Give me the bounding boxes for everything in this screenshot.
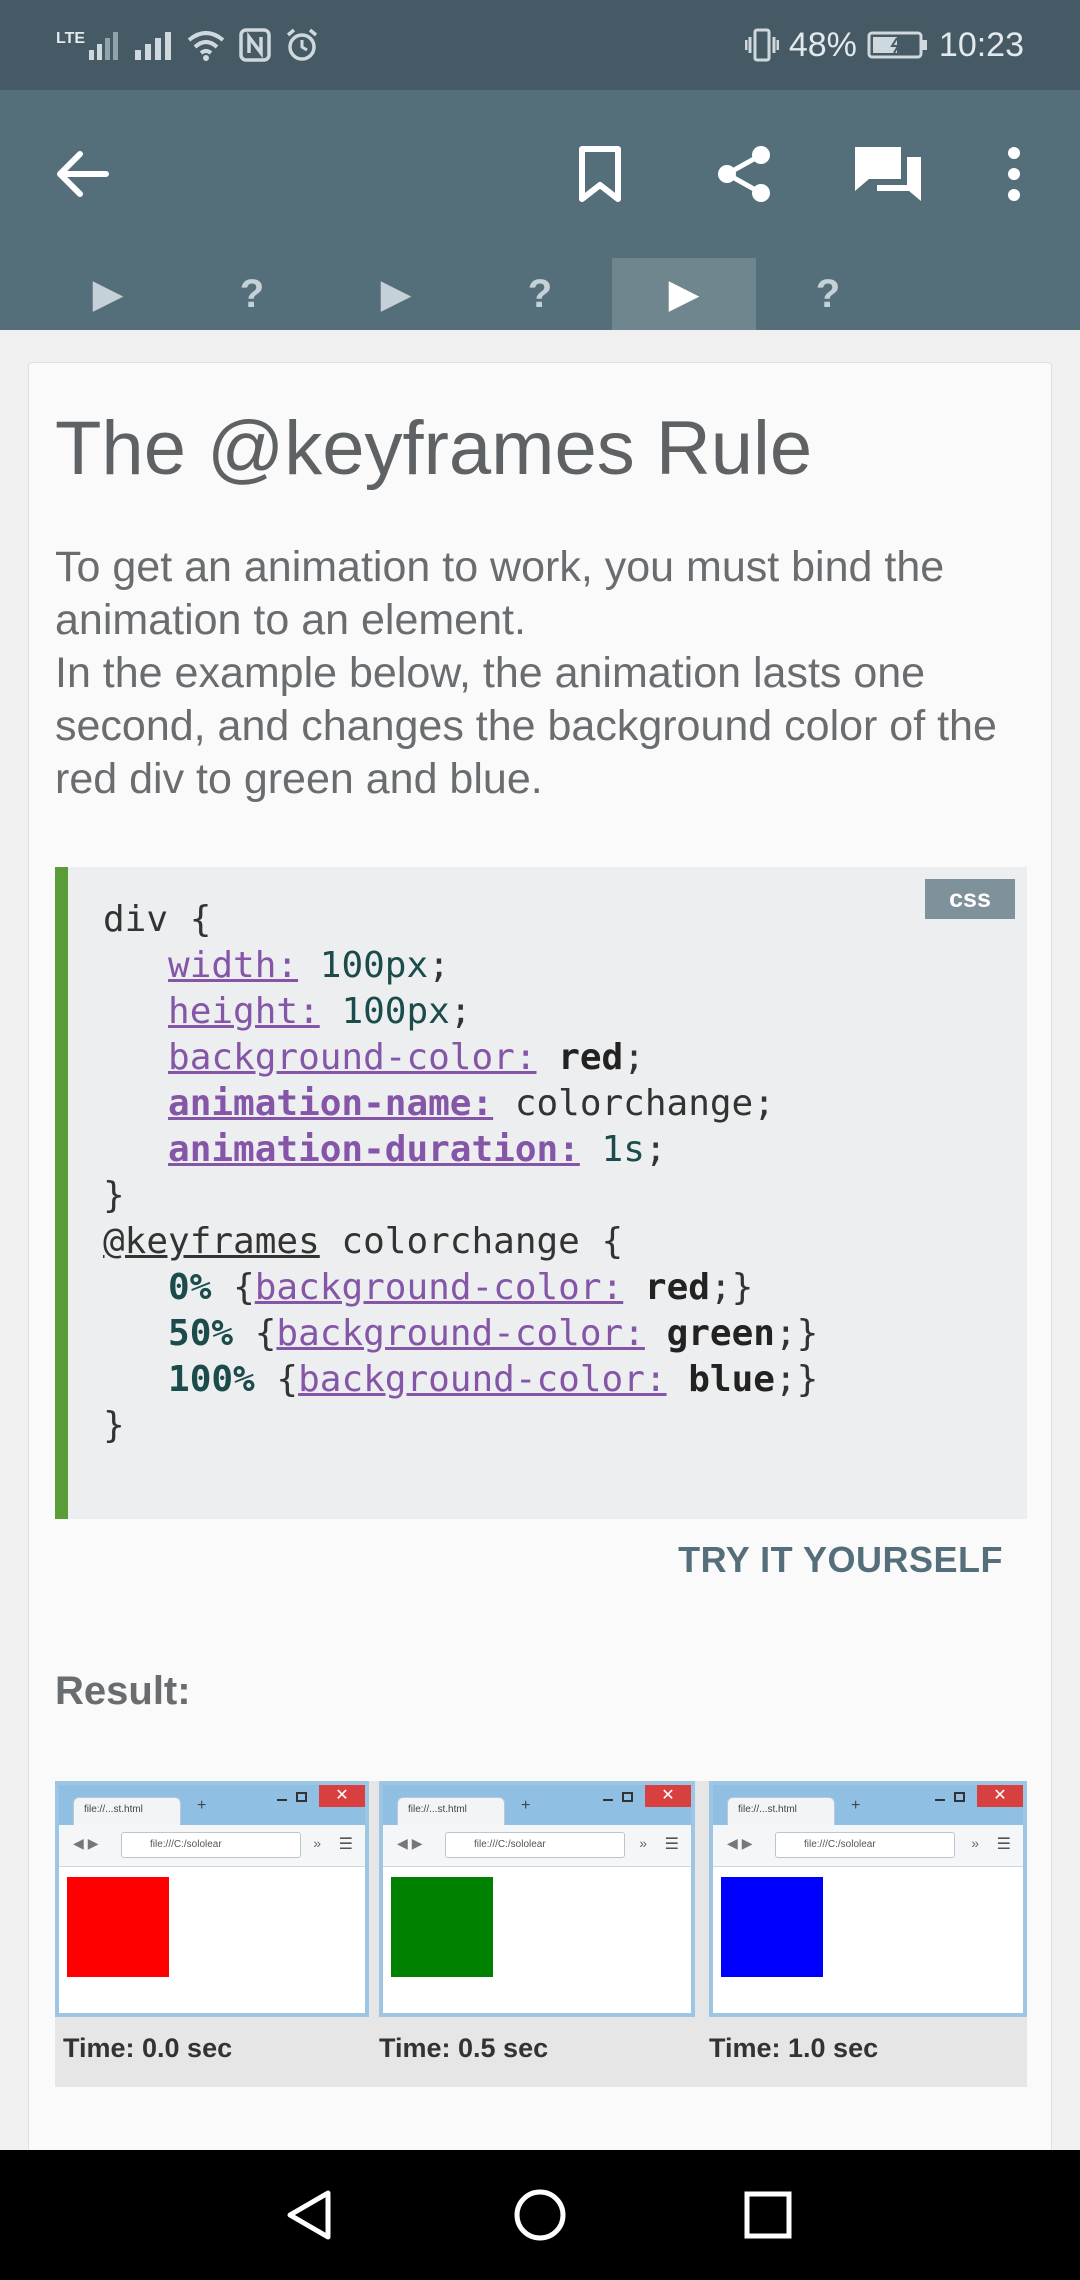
lesson-text: To get an animation to work, you must bi… xyxy=(55,541,1035,806)
step-tab-quiz-3[interactable]: ? xyxy=(756,258,900,330)
nav-arrows-icon: ◀▶ xyxy=(727,1835,757,1851)
wifi-icon xyxy=(187,31,225,61)
nav-arrows-icon: ◀▶ xyxy=(73,1835,103,1851)
step-tab-quiz-2[interactable]: ? xyxy=(468,258,612,330)
code-property[interactable]: background-color: xyxy=(168,1037,536,1078)
question-icon: ? xyxy=(239,271,265,316)
step-tab-lesson-2[interactable]: ▶ xyxy=(324,258,468,330)
play-icon: ▶ xyxy=(668,272,700,316)
system-home-button[interactable] xyxy=(500,2180,580,2250)
code-property[interactable]: animation-name: xyxy=(168,1083,493,1124)
code-text: div { width: 100px; height: 100px; backg… xyxy=(103,899,819,1446)
nfc-icon xyxy=(239,28,271,62)
browser-frame-1: file://...st.html + ✕ ◀▶ file:///C:/sololea… xyxy=(55,1781,369,2017)
browser-frame-3: file://...st.html + ✕ ◀▶ file:///C:/sololea… xyxy=(709,1781,1027,2017)
code-property[interactable]: animation-duration: xyxy=(168,1129,580,1170)
battery-percent: 48% xyxy=(788,25,857,64)
question-icon: ? xyxy=(815,271,841,316)
clock: 10:23 xyxy=(938,25,1024,64)
result-label: Result: xyxy=(55,1669,191,1713)
alarm-icon xyxy=(286,28,318,61)
bookmark-button[interactable] xyxy=(558,132,642,216)
status-left: LTE xyxy=(56,22,319,68)
menu-icon: ☰ xyxy=(338,1836,353,1853)
more-options-button[interactable] xyxy=(972,132,1056,216)
browser-tab: file://...st.html xyxy=(727,1797,835,1825)
result-image: file://...st.html + ✕ ◀▶ file:///C:/sololea… xyxy=(55,1781,1027,2087)
code-property[interactable]: width: xyxy=(168,945,298,986)
question-icon: ? xyxy=(527,271,553,316)
battery-icon xyxy=(867,31,927,59)
browser-url: file:///C:/sololear xyxy=(121,1832,301,1858)
signal-icon xyxy=(135,32,172,60)
code-language-badge: css xyxy=(925,879,1015,919)
browser-tab: file://...st.html xyxy=(73,1797,181,1825)
square-recents-icon xyxy=(744,2191,792,2239)
code-property[interactable]: background-color: xyxy=(276,1313,644,1354)
close-icon: ✕ xyxy=(645,1785,691,1807)
share-button[interactable] xyxy=(702,132,786,216)
network-label: LTE xyxy=(56,30,86,47)
triangle-back-icon xyxy=(287,2190,331,2240)
step-tab-lesson-1[interactable]: ▶ xyxy=(36,258,180,330)
browser-frame-2: file://...st.html + ✕ ◀▶ file:///C:/sololea… xyxy=(379,1781,695,2017)
play-icon: ▶ xyxy=(380,272,412,316)
status-bar: LTE 48% 10:23 xyxy=(0,0,1080,90)
animated-square-red xyxy=(67,1877,169,1977)
browser-url: file:///C:/sololear xyxy=(775,1832,955,1858)
more-vert-icon xyxy=(1008,147,1020,201)
nav-arrows-icon: ◀▶ xyxy=(397,1835,427,1851)
lesson-content[interactable]: The @keyframes Rule To get an animation … xyxy=(0,330,1080,2150)
comments-icon xyxy=(855,147,921,201)
step-tab-quiz-1[interactable]: ? xyxy=(180,258,324,330)
time-label-2: Time: 0.5 sec xyxy=(379,2033,549,2063)
circle-home-icon xyxy=(514,2189,566,2241)
code-property[interactable]: background-color: xyxy=(255,1267,623,1308)
back-arrow-icon xyxy=(57,151,109,197)
close-icon: ✕ xyxy=(319,1785,365,1807)
lesson-paragraph-2: In the example below, the animation last… xyxy=(55,649,997,803)
system-recents-button[interactable] xyxy=(728,2180,808,2250)
back-button[interactable] xyxy=(40,132,124,216)
lte-icon: LTE xyxy=(56,30,121,60)
step-tab-lesson-3[interactable]: ▶ xyxy=(612,258,756,330)
menu-icon: ☰ xyxy=(996,1836,1011,1853)
time-label-3: Time: 1.0 sec xyxy=(709,2033,879,2063)
app-bar xyxy=(0,90,1080,258)
code-keyword[interactable]: @keyframes xyxy=(103,1221,320,1262)
code-property[interactable]: height: xyxy=(168,991,320,1032)
status-right: 48% 10:23 xyxy=(744,22,1024,68)
menu-icon: ☰ xyxy=(664,1836,679,1853)
lesson-step-tabs: ▶ ? ▶ ? ▶ ? xyxy=(0,258,1080,330)
share-icon xyxy=(718,146,770,202)
code-block: css div { width: 100px; height: 100px; b… xyxy=(55,867,1027,1519)
animated-square-blue xyxy=(721,1877,823,1977)
lesson-title: The @keyframes Rule xyxy=(55,406,813,491)
browser-tab: file://...st.html xyxy=(397,1797,505,1825)
vibrate-icon xyxy=(744,28,779,62)
browser-url: file:///C:/sololear xyxy=(445,1832,625,1858)
try-it-yourself-button[interactable]: TRY IT YOURSELF xyxy=(678,1539,1003,1581)
system-navigation-bar xyxy=(0,2150,1080,2280)
bookmark-icon xyxy=(579,146,621,202)
code-property[interactable]: background-color: xyxy=(298,1359,666,1400)
animated-square-green xyxy=(391,1877,493,1977)
close-icon: ✕ xyxy=(977,1785,1023,1807)
lesson-paragraph-1: To get an animation to work, you must bi… xyxy=(55,543,945,644)
system-back-button[interactable] xyxy=(270,2180,350,2250)
lesson-card: The @keyframes Rule To get an animation … xyxy=(28,362,1052,2150)
comments-button[interactable] xyxy=(846,132,930,216)
time-label-1: Time: 0.0 sec xyxy=(63,2033,233,2063)
play-icon: ▶ xyxy=(92,272,124,316)
